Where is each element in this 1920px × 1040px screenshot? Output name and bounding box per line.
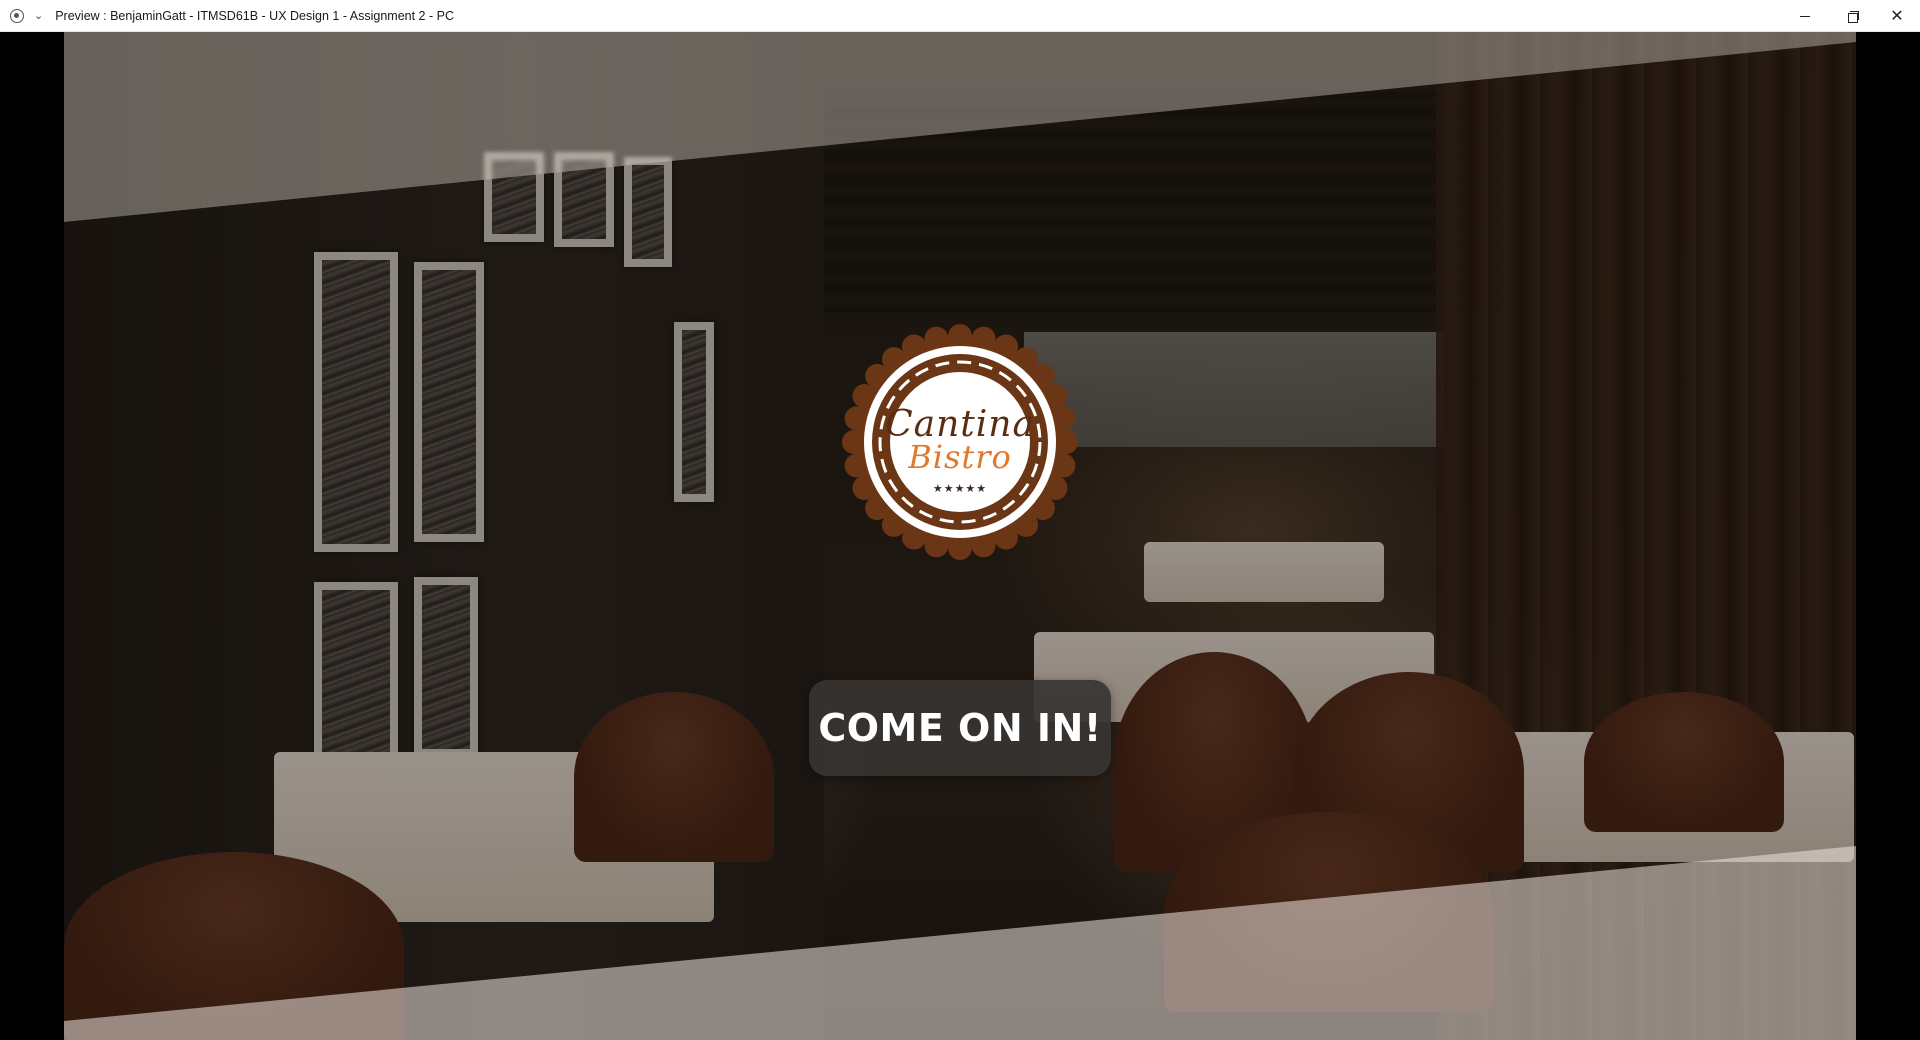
logo-line-2: Bistro — [908, 438, 1012, 476]
window-controls: ✕ — [1782, 0, 1920, 32]
window-title: Preview : BenjaminGatt - ITMSD61B - UX D… — [55, 8, 454, 23]
close-icon[interactable]: ✕ — [1874, 0, 1920, 32]
hero-section: Cantina Bistro ★★★★★ COME ON IN! — [64, 32, 1856, 1040]
restore-icon[interactable] — [1828, 0, 1874, 32]
star-rating-icon: ★★★★★ — [932, 483, 988, 495]
come-on-in-button[interactable]: COME ON IN! — [809, 680, 1111, 776]
minimize-icon[interactable] — [1782, 0, 1828, 32]
window-title-bar: ⌄ Preview : BenjaminGatt - ITMSD61B - UX… — [0, 0, 1920, 32]
app-icon — [10, 8, 24, 23]
cantina-bistro-logo: Cantina Bistro ★★★★★ — [842, 324, 1078, 560]
chevron-down-icon[interactable]: ⌄ — [34, 9, 43, 22]
